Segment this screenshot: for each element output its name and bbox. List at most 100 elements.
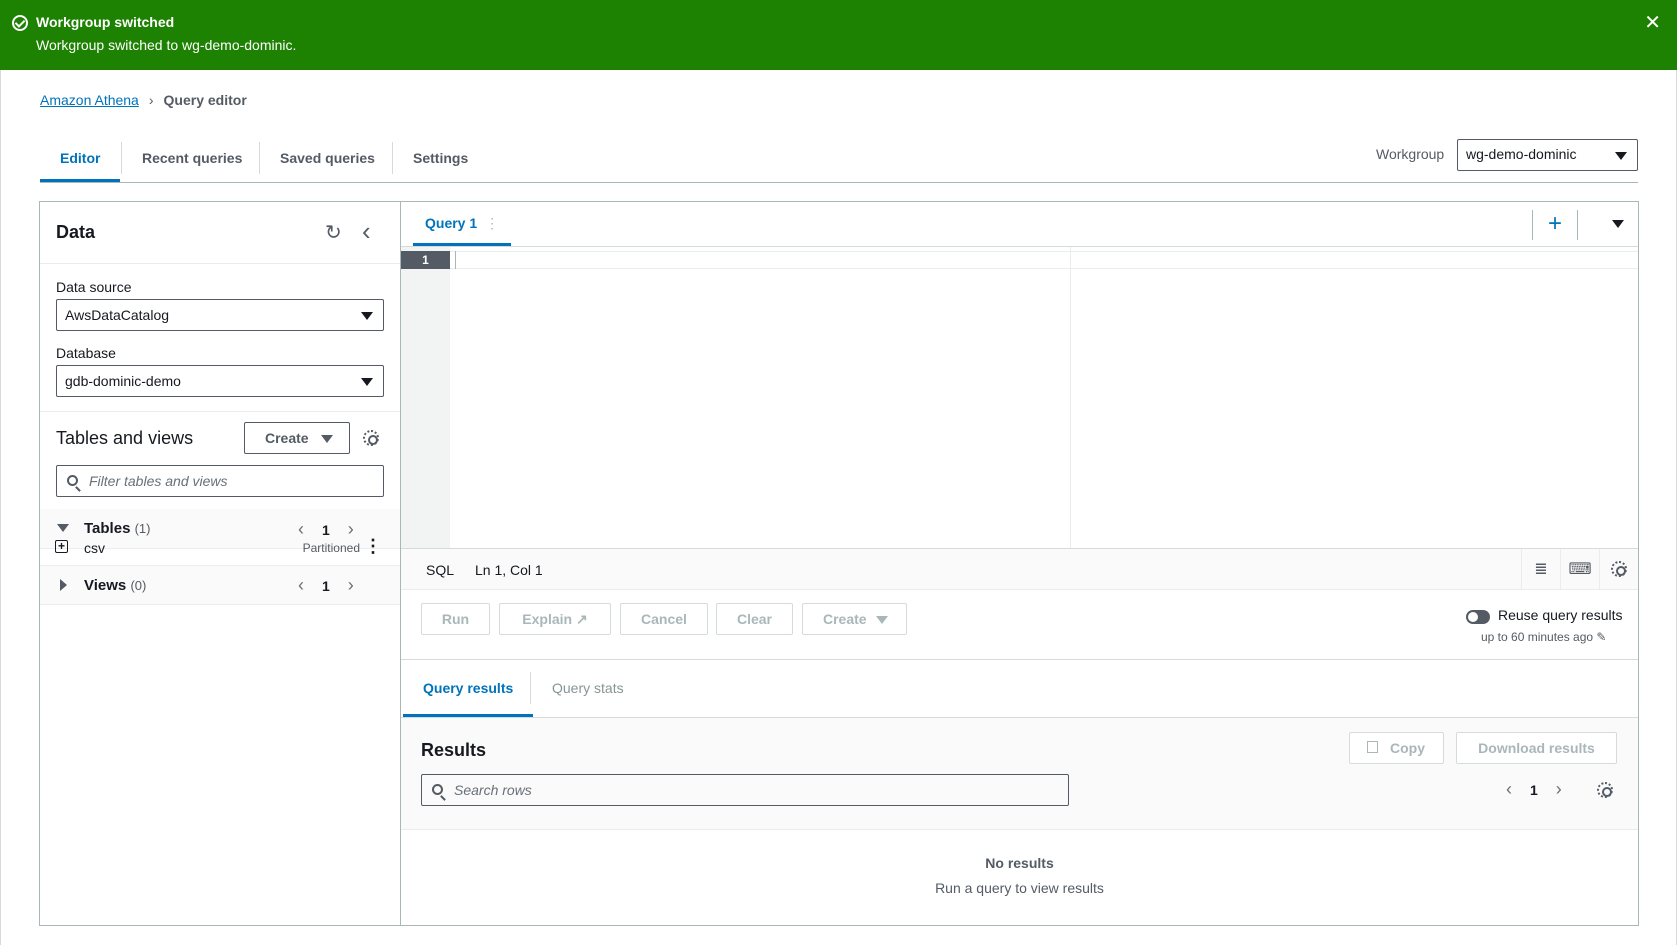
query-tabs: Query 1 ⋮ + (401, 202, 1638, 247)
filter-placeholder: Filter tables and views (89, 473, 228, 489)
views-section-row[interactable]: Views (0) ‹ 1 › (40, 566, 400, 605)
download-results-button[interactable]: Download results (1456, 732, 1617, 764)
workgroup-value: wg-demo-dominic (1466, 146, 1577, 162)
explain-button[interactable]: Explain ↗ (499, 603, 611, 635)
table-name[interactable]: csv (84, 540, 105, 556)
flash-message: Workgroup switched to wg-demo-dominic. (36, 37, 297, 53)
query-tab-menu-icon[interactable]: ⋮ (485, 215, 499, 231)
expand-right-icon (60, 579, 67, 591)
no-results-title: No results (985, 855, 1054, 871)
caret-down-icon (1615, 152, 1627, 160)
collapse-panel-icon[interactable]: ‹ (362, 216, 371, 247)
keyboard-icon[interactable]: ⌨ (1560, 549, 1599, 590)
reuse-results-sub[interactable]: up to 60 minutes ago ✎ (1481, 630, 1606, 644)
flash-banner: Workgroup switched Workgroup switched to… (0, 0, 1677, 70)
database-select[interactable]: gdb-dominic-demo (56, 365, 384, 397)
breadcrumb: Amazon Athena › Query editor (40, 92, 247, 108)
cursor-position: Ln 1, Col 1 (475, 562, 543, 578)
workgroup-select[interactable]: wg-demo-dominic (1457, 139, 1638, 171)
close-icon[interactable]: ✕ (1644, 13, 1661, 33)
query-editor-area: Query 1 ⋮ + 1 SQL Ln 1, Col 1 ≣ ⌨ Run Exp… (401, 202, 1638, 925)
data-source-select[interactable]: AwsDataCatalog (56, 299, 384, 331)
gear-icon[interactable] (363, 430, 379, 446)
gear-icon (1611, 561, 1627, 577)
expand-plus-icon[interactable]: + (55, 540, 68, 553)
clear-button[interactable]: Clear (716, 603, 793, 635)
create-query-button[interactable]: Create (802, 603, 907, 635)
tab-query-results[interactable]: Query results (403, 660, 534, 717)
search-icon (432, 784, 443, 795)
breadcrumb-current: Query editor (163, 92, 247, 108)
views-page-number[interactable]: 1 (322, 578, 330, 594)
caret-down-icon[interactable] (1612, 220, 1624, 228)
add-query-icon[interactable]: + (1532, 210, 1578, 240)
tab-query-stats[interactable]: Query stats (532, 660, 644, 717)
gear-icon[interactable] (1597, 782, 1613, 798)
line-gutter: 1 (401, 247, 450, 548)
tab-settings[interactable]: Settings (393, 136, 488, 182)
tab-saved-queries[interactable]: Saved queries (260, 136, 395, 182)
views-label-text: Views (84, 577, 127, 594)
caret-down-icon (361, 312, 373, 320)
data-source-value: AwsDataCatalog (65, 307, 170, 323)
run-button[interactable]: Run (421, 603, 490, 635)
database-value: gdb-dominic-demo (65, 373, 181, 389)
views-pager: ‹ 1 › (298, 575, 354, 596)
tab-editor[interactable]: Editor (40, 136, 121, 182)
filter-tables-input[interactable]: Filter tables and views (56, 465, 384, 497)
chevron-right-icon[interactable]: › (1556, 779, 1562, 800)
results-tabs: Query results Query stats (401, 660, 1638, 718)
search-rows-placeholder: Search rows (454, 782, 532, 798)
caret-down-icon (361, 378, 373, 386)
search-icon (67, 475, 78, 486)
results-page-number[interactable]: 1 (1530, 782, 1538, 798)
chevron-right-icon: › (148, 92, 154, 108)
workgroup-label: Workgroup (1376, 146, 1445, 162)
refresh-icon[interactable]: ↻ (325, 220, 342, 245)
create-table-button[interactable]: Create (244, 422, 350, 454)
breadcrumb-athena-link[interactable]: Amazon Athena (40, 92, 139, 108)
query-tab-1[interactable]: Query 1 ⋮ (413, 202, 512, 246)
query-tab-label: Query 1 (425, 215, 478, 231)
results-header: Results Copy Download results Search row… (401, 718, 1638, 830)
chevron-left-icon[interactable]: ‹ (298, 575, 304, 596)
tab-recent-queries[interactable]: Recent queries (122, 136, 262, 182)
flash-title: Workgroup switched (36, 14, 175, 30)
format-query-icon[interactable]: ≣ (1521, 549, 1560, 590)
reuse-results-toggle[interactable] (1466, 610, 1490, 624)
results-panel: Results Copy Download results Search row… (401, 718, 1638, 925)
copy-icon (1367, 741, 1378, 753)
editor-settings-icon[interactable] (1599, 549, 1638, 590)
views-count: (0) (130, 578, 147, 593)
sql-editor[interactable]: 1 (401, 247, 1638, 549)
data-source-label: Data source (56, 279, 132, 295)
data-panel-title: Data (56, 222, 96, 242)
line-number: 1 (401, 251, 450, 269)
table-row[interactable]: + csv Partitioned ⋮ (40, 529, 400, 566)
success-icon (12, 15, 28, 31)
caret-down-icon (321, 435, 333, 443)
text-cursor (455, 251, 456, 269)
cancel-button[interactable]: Cancel (620, 603, 708, 635)
chevron-left-icon[interactable]: ‹ (1506, 779, 1512, 800)
partitioned-badge: Partitioned (302, 541, 360, 555)
chevron-right-icon[interactable]: › (348, 575, 354, 596)
copy-button[interactable]: Copy (1349, 732, 1444, 764)
language-label: SQL (426, 562, 455, 578)
section-divider (40, 411, 400, 412)
editor-container: Data ↻ ‹ Data source AwsDataCatalog Data… (39, 201, 1639, 926)
views-label: Views (0) (84, 577, 146, 594)
search-rows-input[interactable]: Search rows (421, 774, 1069, 806)
query-actions: Run Explain ↗ Cancel Clear Create Reuse … (401, 590, 1638, 660)
create-label: Create (265, 430, 309, 446)
reuse-results-label: Reuse query results (1498, 607, 1623, 623)
data-panel: Data ↻ ‹ Data source AwsDataCatalog Data… (40, 202, 401, 925)
copy-label: Copy (1390, 740, 1425, 756)
results-pager: ‹ 1 › (1506, 779, 1562, 800)
tab-divider (530, 672, 531, 704)
kebab-menu-icon[interactable]: ⋮ (364, 536, 382, 557)
caret-down-icon (876, 616, 888, 624)
tables-views-title: Tables and views (56, 428, 194, 448)
create-query-label: Create (823, 611, 867, 627)
current-line-highlight (450, 251, 1638, 269)
